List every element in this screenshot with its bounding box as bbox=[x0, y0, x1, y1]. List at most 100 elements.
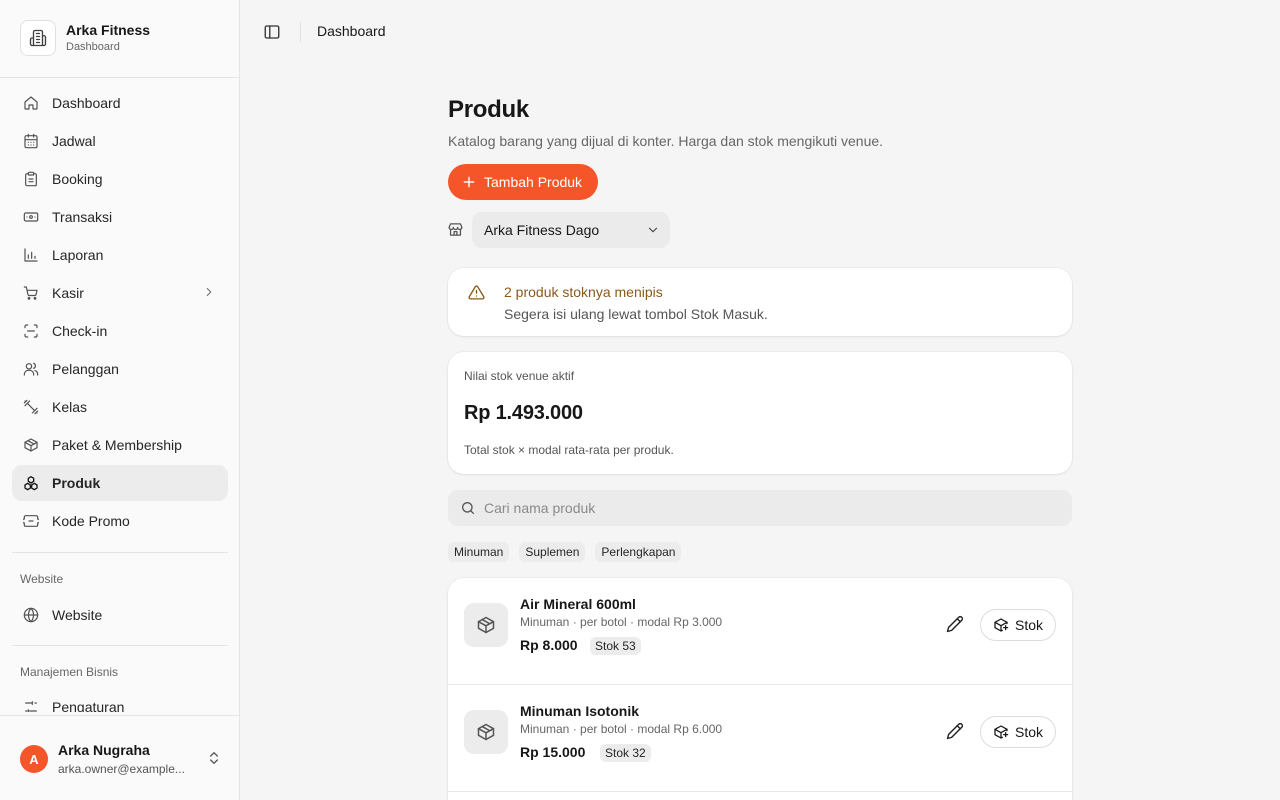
sidebar-toggle-icon[interactable] bbox=[263, 23, 281, 41]
stock-badge: Stok 32 bbox=[600, 744, 651, 762]
banknote-icon bbox=[22, 208, 40, 226]
breadcrumb: Dashboard bbox=[317, 23, 386, 39]
sidebar-item-pengaturan[interactable]: Pengaturan bbox=[12, 692, 228, 712]
sidebar-item-jadwal[interactable]: Jadwal bbox=[12, 123, 228, 159]
user-name: Arka Nugraha bbox=[58, 742, 150, 758]
edit-pencil-icon[interactable] bbox=[946, 722, 964, 740]
sidebar-item-label: Pelanggan bbox=[52, 361, 119, 377]
sidebar-item-dashboard[interactable]: Dashboard bbox=[12, 85, 228, 121]
stock-value-label: Nilai stok venue aktif bbox=[464, 369, 575, 383]
sidebar-item-laporan[interactable]: Laporan bbox=[12, 237, 228, 273]
product-list: Air Mineral 600ml Minuman · per botol · … bbox=[448, 578, 1072, 800]
stock-button-label: Stok bbox=[1014, 724, 1043, 740]
plus-icon bbox=[462, 175, 476, 189]
settings-icon bbox=[22, 698, 40, 712]
sidebar-item-kode-promo[interactable]: Kode Promo bbox=[12, 503, 228, 539]
product-meta: Minuman · per botol · modal Rp 3.000 bbox=[520, 615, 723, 629]
avatar: A bbox=[20, 745, 48, 773]
product-price: Rp 8.000 bbox=[520, 637, 578, 653]
users-icon bbox=[22, 360, 40, 378]
sidebar-item-label: Website bbox=[52, 607, 103, 623]
sidebar-item-paket-membership[interactable]: Paket & Membership bbox=[12, 427, 228, 463]
home-icon bbox=[22, 94, 40, 112]
product-name: Air Mineral 600ml bbox=[520, 596, 636, 612]
page-title: Produk bbox=[448, 96, 529, 123]
brand-header[interactable]: Arka Fitness Dashboard bbox=[0, 0, 239, 78]
category-chip-suplemen[interactable]: Suplemen bbox=[519, 542, 586, 562]
sidebar-item-label: Booking bbox=[52, 171, 103, 187]
chevrons-up-down-icon bbox=[206, 750, 222, 766]
stock-in-button[interactable]: Stok bbox=[980, 716, 1056, 748]
package-icon bbox=[464, 710, 508, 754]
sidebar-divider bbox=[12, 552, 228, 553]
section-label-manajemen-bisnis: Manajemen Bisnis bbox=[20, 665, 119, 679]
page-description: Katalog barang yang dijual di konter. Ha… bbox=[448, 133, 884, 149]
sidebar-item-kasir[interactable]: Kasir bbox=[12, 275, 228, 311]
sidebar-item-booking[interactable]: Booking bbox=[12, 161, 228, 197]
stock-value-card: Nilai stok venue aktif Rp 1.493.000 Tota… bbox=[448, 352, 1072, 474]
sidebar-item-label: Produk bbox=[52, 475, 101, 491]
search-icon bbox=[460, 500, 476, 516]
category-filters: Minuman Suplemen Perlengkapan bbox=[448, 542, 691, 562]
sidebar-item-label: Kasir bbox=[52, 285, 84, 301]
products-icon bbox=[22, 474, 40, 492]
low-stock-alert: 2 produk stoknya menipis Segera isi ulan… bbox=[448, 268, 1072, 336]
category-chip-minuman[interactable]: Minuman bbox=[448, 542, 510, 562]
stock-value-note: Total stok × modal rata-rata per produk. bbox=[464, 443, 674, 457]
bar-chart-icon bbox=[22, 246, 40, 264]
stock-in-button[interactable]: Stok bbox=[980, 609, 1056, 641]
section-label-website: Website bbox=[20, 572, 64, 586]
search-box bbox=[448, 490, 1072, 526]
product-price: Rp 15.000 bbox=[520, 744, 586, 760]
package-icon bbox=[464, 603, 508, 647]
venue-select[interactable]: Arka Fitness Dago bbox=[472, 212, 670, 248]
calendar-icon bbox=[22, 132, 40, 150]
stock-button-label: Stok bbox=[1014, 617, 1043, 633]
dumbbell-icon bbox=[22, 398, 40, 416]
sidebar: Arka Fitness Dashboard Dashboard Jadwal … bbox=[0, 0, 240, 800]
stock-value-amount: Rp 1.493.000 bbox=[464, 402, 583, 424]
category-chip-perlengkapan[interactable]: Perlengkapan bbox=[595, 542, 682, 562]
product-row: Air Mineral 600ml Minuman · per botol · … bbox=[448, 578, 1072, 685]
sidebar-divider bbox=[12, 645, 228, 646]
add-product-label: Tambah Produk bbox=[484, 174, 583, 190]
chevron-right-icon bbox=[202, 285, 216, 299]
user-menu[interactable]: A Arka Nugraha arka.owner@example... bbox=[0, 715, 239, 800]
sidebar-scroll-clip: Pengaturan bbox=[12, 692, 228, 712]
brand-subtitle: Dashboard bbox=[66, 41, 120, 53]
sidebar-item-label: Paket & Membership bbox=[52, 437, 182, 453]
sidebar-item-label: Dashboard bbox=[52, 95, 121, 111]
product-row: Minuman Isotonik Minuman · per botol · m… bbox=[448, 685, 1072, 792]
sidebar-item-website[interactable]: Website bbox=[12, 597, 228, 633]
product-meta: Minuman · per botol · modal Rp 6.000 bbox=[520, 722, 723, 736]
scan-icon bbox=[22, 322, 40, 340]
building-icon bbox=[20, 20, 56, 56]
sidebar-item-transaksi[interactable]: Transaksi bbox=[12, 199, 228, 235]
store-icon bbox=[447, 221, 464, 238]
sidebar-item-kelas[interactable]: Kelas bbox=[12, 389, 228, 425]
package-plus-icon bbox=[993, 724, 1009, 740]
sidebar-item-check-in[interactable]: Check-in bbox=[12, 313, 228, 349]
sidebar-item-pelanggan[interactable]: Pelanggan bbox=[12, 351, 228, 387]
venue-select-value: Arka Fitness Dago bbox=[484, 222, 600, 238]
sidebar-item-produk[interactable]: Produk bbox=[12, 465, 228, 501]
sidebar-item-label: Kelas bbox=[52, 399, 88, 415]
alert-description: Segera isi ulang lewat tombol Stok Masuk… bbox=[504, 306, 768, 322]
sidebar-item-label: Kode Promo bbox=[52, 513, 130, 529]
clipboard-icon bbox=[22, 170, 40, 188]
edit-pencil-icon[interactable] bbox=[946, 615, 964, 633]
sidebar-item-label: Transaksi bbox=[52, 209, 113, 225]
topbar-separator bbox=[300, 22, 301, 42]
ticket-icon bbox=[22, 512, 40, 530]
alert-title: 2 produk stoknya menipis bbox=[504, 284, 663, 300]
warning-icon bbox=[468, 284, 485, 301]
sidebar-item-label: Jadwal bbox=[52, 133, 96, 149]
product-name: Minuman Isotonik bbox=[520, 703, 639, 719]
user-email: arka.owner@example... bbox=[58, 762, 185, 776]
search-input[interactable] bbox=[484, 490, 1054, 526]
cart-icon bbox=[22, 284, 40, 302]
sidebar-item-label: Laporan bbox=[52, 247, 104, 263]
globe-icon bbox=[22, 606, 40, 624]
add-product-button[interactable]: Tambah Produk bbox=[448, 164, 599, 200]
sidebar-nav: Dashboard Jadwal Booking Transaksi Lapor… bbox=[12, 85, 228, 541]
